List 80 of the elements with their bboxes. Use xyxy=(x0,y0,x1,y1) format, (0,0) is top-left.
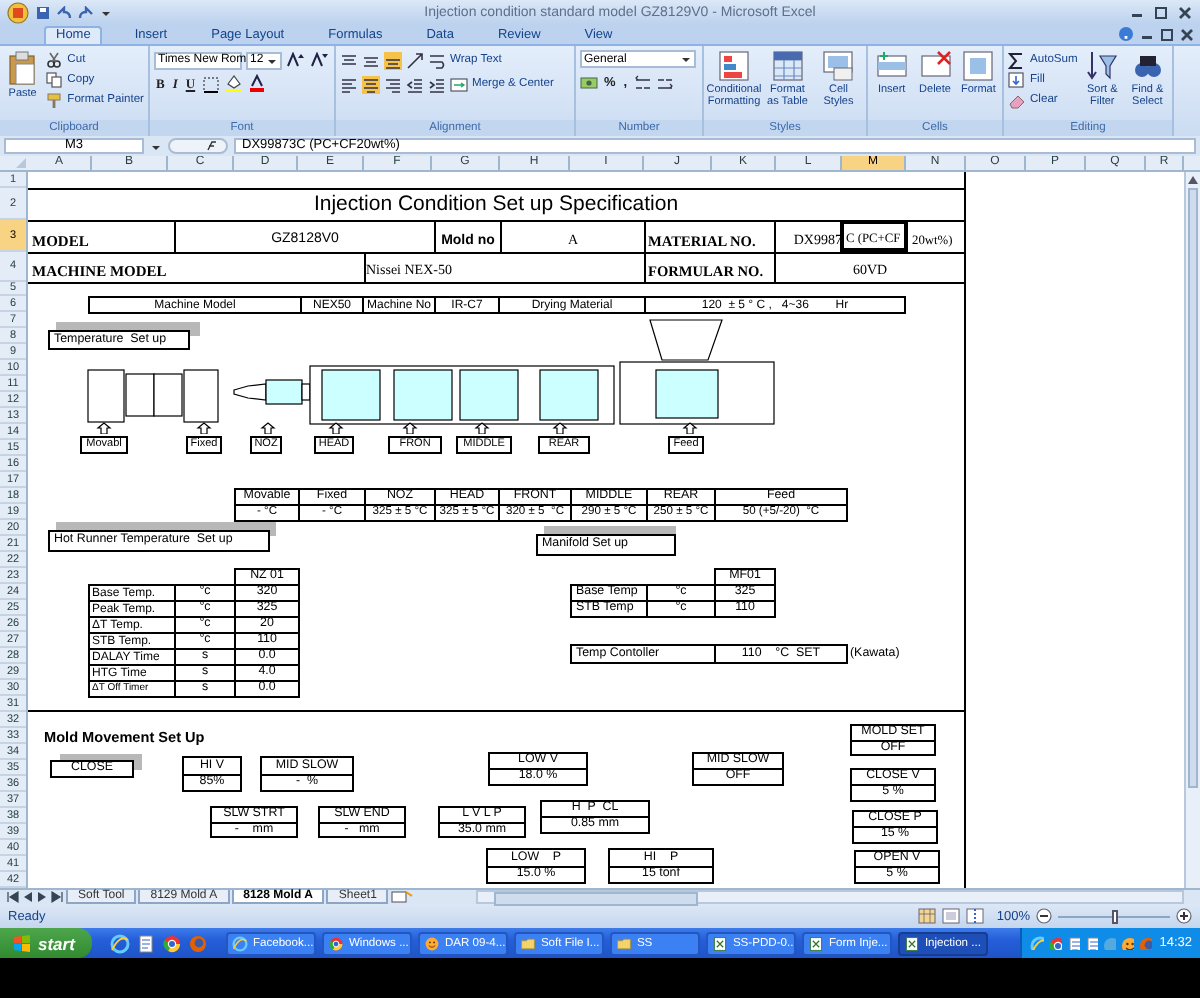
next-sheet-icon[interactable] xyxy=(36,890,48,904)
fill-color-icon[interactable] xyxy=(223,74,244,94)
folder-icon xyxy=(520,935,537,951)
tray-icon[interactable] xyxy=(1047,936,1062,950)
currency-icon[interactable] xyxy=(580,73,598,91)
spreadsheet-icon xyxy=(808,935,825,951)
align-center-icon[interactable] xyxy=(362,75,380,93)
merge-icon xyxy=(450,75,468,93)
horizontal-scrollbar[interactable] xyxy=(476,890,1184,904)
start-button[interactable]: start xyxy=(0,928,93,958)
zoom-in-icon[interactable] xyxy=(1176,908,1192,924)
smiley-icon xyxy=(424,935,441,951)
align-top-icon[interactable] xyxy=(340,51,358,69)
insert-cells-icon xyxy=(875,50,908,82)
decrease-indent-icon[interactable] xyxy=(406,75,424,93)
font-color-icon[interactable] xyxy=(247,74,266,94)
function-icon[interactable] xyxy=(168,138,228,154)
zoom-slider[interactable] xyxy=(1058,909,1170,923)
last-sheet-icon[interactable] xyxy=(50,890,64,904)
slider-thumb[interactable] xyxy=(1111,909,1117,923)
browser-icon[interactable] xyxy=(110,933,131,953)
align-bottom-icon[interactable] xyxy=(384,51,402,69)
wrap-text-icon xyxy=(428,51,446,69)
close-icon[interactable] xyxy=(1176,3,1194,21)
binoculars-icon xyxy=(1131,50,1164,82)
align-middle-icon[interactable] xyxy=(362,51,380,69)
close-icon[interactable] xyxy=(1178,26,1194,42)
increase-indent-icon[interactable] xyxy=(428,75,446,93)
sort-filter-icon xyxy=(1086,50,1119,82)
zoom-out-icon[interactable] xyxy=(1036,908,1052,924)
tray-icon[interactable] xyxy=(1065,936,1080,950)
insert-sheet-icon[interactable] xyxy=(390,890,415,904)
caret-icon[interactable] xyxy=(100,7,112,17)
page-break-view-icon[interactable] xyxy=(966,908,985,924)
spreadsheet-icon xyxy=(712,935,729,951)
caret-icon xyxy=(680,54,692,64)
conditional-formatting-icon xyxy=(718,50,750,82)
scissors-icon xyxy=(45,51,64,69)
maximize-icon[interactable] xyxy=(1152,3,1170,21)
page-layout-view-icon[interactable] xyxy=(942,908,961,924)
browser-icon[interactable] xyxy=(162,933,183,953)
save-icon[interactable] xyxy=(36,5,50,19)
eraser-icon xyxy=(1008,91,1026,109)
sigma-icon xyxy=(1008,51,1026,69)
spreadsheet-icon xyxy=(904,935,921,951)
brush-icon xyxy=(45,91,64,109)
cell-styles-icon xyxy=(822,50,855,82)
browser-icon xyxy=(328,935,345,951)
office-button-icon[interactable] xyxy=(6,1,30,23)
undo-icon[interactable] xyxy=(56,5,72,19)
decrease-decimal-icon[interactable] xyxy=(655,73,674,91)
fill-down-icon xyxy=(1008,71,1026,89)
redo-icon[interactable] xyxy=(78,5,94,19)
delete-cells-icon xyxy=(919,50,951,82)
sheet-title: Injection Condition Set up Specification xyxy=(311,189,681,220)
previous-sheet-icon[interactable] xyxy=(22,890,34,904)
copy-icon xyxy=(45,71,64,89)
shrink-font-icon[interactable] xyxy=(310,52,330,68)
caret-icon[interactable] xyxy=(150,141,162,151)
tray-icon[interactable] xyxy=(1083,936,1098,950)
clipboard-icon xyxy=(6,50,39,86)
format-cells-icon xyxy=(962,50,995,82)
normal-view-icon[interactable] xyxy=(918,908,937,924)
windows-logo-icon xyxy=(12,933,32,953)
table-icon xyxy=(771,50,804,82)
browser-icon xyxy=(232,935,249,951)
orientation-icon[interactable] xyxy=(406,51,424,69)
first-sheet-icon[interactable] xyxy=(6,890,20,904)
border-icon[interactable] xyxy=(201,75,220,93)
folder-icon xyxy=(616,935,633,951)
restore-icon[interactable] xyxy=(1158,26,1174,42)
document-icon[interactable] xyxy=(136,933,157,953)
vertical-scrollbar[interactable] xyxy=(1184,172,1200,888)
caret-icon xyxy=(266,55,278,65)
align-right-icon[interactable] xyxy=(384,75,402,93)
tray-icon[interactable] xyxy=(1119,936,1134,950)
increase-decimal-icon[interactable] xyxy=(633,73,652,91)
help-icon[interactable] xyxy=(1118,26,1134,42)
grow-font-icon[interactable] xyxy=(286,52,306,68)
align-left-icon[interactable] xyxy=(340,75,358,93)
